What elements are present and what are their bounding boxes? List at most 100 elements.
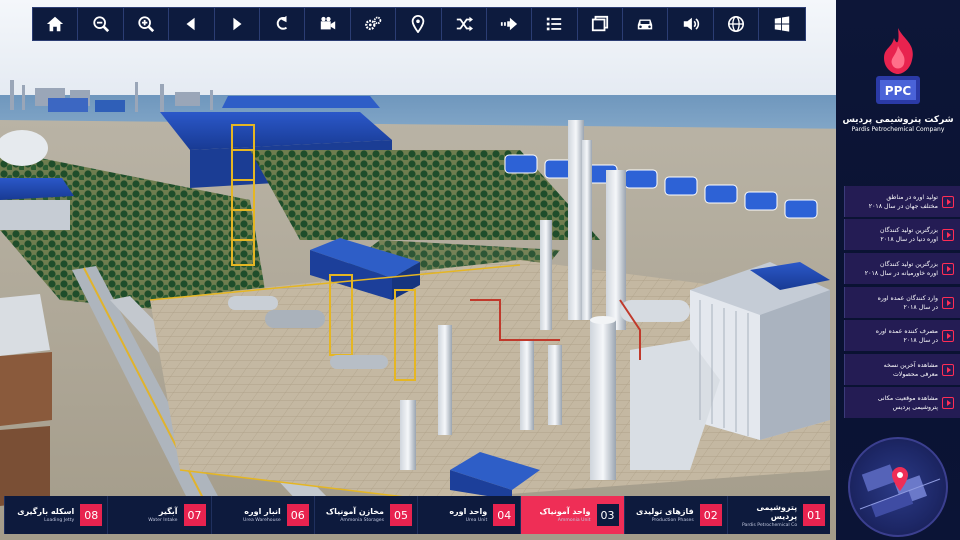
previous-icon (186, 17, 195, 31)
nav-item-number: 01 (803, 504, 825, 526)
nav-item-ammonia-storages[interactable]: مخازن آمونیاک Ammonia Storages 05 (313, 496, 417, 534)
nav-item-sublabel: Loading Jetty (44, 518, 75, 523)
location-pin-icon (412, 15, 425, 33)
info-button-label: مختلف جهان در سال ۲۰۱۸ (868, 202, 938, 210)
nav-item-production-phases[interactable]: فازهای تولیدی Production Phases 02 (623, 496, 727, 534)
document-icon (942, 363, 954, 376)
windows-icon (774, 16, 790, 32)
play-video-icon (942, 228, 954, 241)
home-icon (47, 16, 64, 32)
shuffle-icon (456, 16, 473, 32)
volume-icon (683, 17, 699, 31)
logo-text: PPC (885, 84, 912, 98)
nav-item-number: 08 (80, 504, 103, 526)
bottom-navigation: پتروشیمی پردیس Pardis Petrochemical Co 01… (4, 496, 830, 534)
rotate-button[interactable] (260, 8, 306, 40)
pages-icon (591, 15, 608, 32)
camera-button[interactable] (305, 8, 351, 40)
info-button-major-consumers[interactable]: مصرف کننده عمده اوره در سال ۲۰۱۸ (844, 320, 960, 351)
volume-button[interactable] (668, 8, 714, 40)
info-button-label: بزرگترین تولید کنندگان (880, 226, 938, 234)
info-button-label: وارد کنندگان عمده اوره (877, 294, 938, 302)
nav-item-sublabel: Urea Unit (465, 518, 488, 523)
minimap[interactable] (848, 437, 948, 537)
shuffle-button[interactable] (442, 8, 487, 40)
nav-item-label: انبار اوره (244, 507, 281, 516)
info-button-top-middle-east-producers[interactable]: بزرگترین تولید کنندگان اوره خاورمیانه در … (844, 253, 960, 284)
home-button[interactable] (33, 8, 79, 40)
fast-forward-button[interactable] (487, 8, 533, 40)
vehicle-button[interactable] (623, 8, 669, 40)
camera-icon (320, 16, 335, 30)
car-icon (638, 19, 653, 30)
nav-item-sublabel: Ammonia Unit (557, 518, 591, 523)
nav-item-ammonia-unit[interactable]: واحد آمونیاک Ammonia Unit 03 (520, 496, 624, 534)
next-button[interactable] (215, 8, 260, 40)
nav-item-number: 02 (699, 504, 722, 526)
list-button[interactable] (532, 8, 578, 40)
nav-item-water-intake[interactable]: آبگیر Water Intake 07 (107, 496, 211, 534)
zoom-in-icon (138, 16, 155, 33)
info-button-major-importers[interactable]: وارد کنندگان عمده اوره در سال ۲۰۱۸ (844, 287, 960, 318)
nav-item-label: فازهای تولیدی (635, 507, 694, 516)
location-button[interactable] (396, 8, 442, 40)
nav-item-sublabel: Water Intake (148, 518, 178, 523)
nav-item-urea-warehouse[interactable]: انبار اوره Urea Warehouse 06 (210, 496, 314, 534)
info-button-label: مصرف کننده عمده اوره (875, 327, 938, 335)
language-button[interactable] (714, 8, 760, 40)
info-button-label: تولید اوره در مناطق (886, 193, 938, 201)
fast-forward-icon (500, 17, 518, 31)
info-button-product-catalog[interactable]: مشاهده آخرین نسخه معرفی محصولات (844, 354, 960, 385)
nav-item-label: آبگیر (158, 507, 178, 516)
nav-item-number: 05 (390, 504, 412, 526)
nav-item-sublabel: Ammonia Storages (340, 518, 384, 523)
info-button-label: پتروشیمی پردیس (892, 403, 938, 411)
play-video-icon (942, 195, 954, 208)
nav-item-sublabel: Pardis Petrochemical Co (741, 522, 798, 528)
nav-item-label: اسکله بارگیری (17, 507, 75, 516)
top-toolbar (32, 7, 806, 41)
zoom-out-button[interactable] (78, 8, 124, 40)
info-button-urea-production-regions[interactable]: تولید اوره در مناطق مختلف جهان در سال ۲۰۱… (844, 186, 960, 217)
company-name-fa: شرکت پتروشیمی پردیس (842, 115, 954, 125)
nav-item-label: واحد آمونیاک (539, 507, 591, 516)
info-button-label: اوره خاورمیانه در سال ۲۰۱۸ (864, 269, 938, 277)
nav-item-label: واحد اوره (449, 507, 488, 516)
play-video-icon (942, 296, 954, 309)
nav-item-number: 06 (286, 504, 309, 526)
nav-item-number: 04 (493, 504, 516, 526)
settings-button[interactable] (351, 8, 397, 40)
info-button-location[interactable]: مشاهده موقعیت مکانی پتروشیمی پردیس (844, 387, 960, 418)
nav-item-urea-unit[interactable]: واحد اوره Urea Unit 04 (417, 496, 521, 534)
info-button-label: مشاهده موقعیت مکانی (877, 394, 938, 402)
nav-item-sublabel: Production Phases (651, 518, 694, 523)
info-button-label: در سال ۲۰۱۸ (903, 303, 938, 311)
info-button-label: اوره دنیا در سال ۲۰۱۸ (880, 235, 938, 243)
windows-button[interactable] (759, 8, 804, 40)
info-button-label: بزرگترین تولید کنندگان (880, 260, 938, 268)
list-icon (547, 17, 562, 31)
zoom-out-icon (92, 16, 109, 33)
nav-item-loading-jetty[interactable]: اسکله بارگیری Loading Jetty 08 (4, 496, 108, 534)
next-icon (233, 17, 242, 31)
company-name-en: Pardis Petrochemical Company (851, 126, 945, 133)
nav-item-number: 03 (596, 504, 619, 526)
play-video-icon (942, 262, 954, 275)
zoom-in-button[interactable] (124, 8, 170, 40)
map-icon (942, 396, 954, 409)
info-button-label: معرفی محصولات (892, 370, 938, 378)
nav-item-pardis-petrochemical[interactable]: پتروشیمی پردیس Pardis Petrochemical Co 01 (726, 496, 830, 534)
info-button-label: مشاهده آخرین نسخه (883, 361, 938, 369)
company-logo: PPC (836, 26, 960, 114)
info-button-top-world-producers[interactable]: بزرگترین تولید کنندگان اوره دنیا در سال ۲… (844, 219, 960, 250)
nav-item-label: پتروشیمی پردیس (756, 502, 798, 521)
nav-item-label: مخازن آمونیاک (325, 507, 384, 516)
nav-item-number: 07 (183, 504, 206, 526)
rotate-icon (276, 15, 288, 30)
pages-button[interactable] (578, 8, 624, 40)
info-button-label: در سال ۲۰۱۸ (903, 336, 938, 344)
nav-item-sublabel: Urea Warehouse (242, 518, 281, 523)
globe-icon (728, 15, 745, 33)
plant-3d-scene[interactable] (0, 0, 960, 540)
previous-button[interactable] (169, 8, 215, 40)
